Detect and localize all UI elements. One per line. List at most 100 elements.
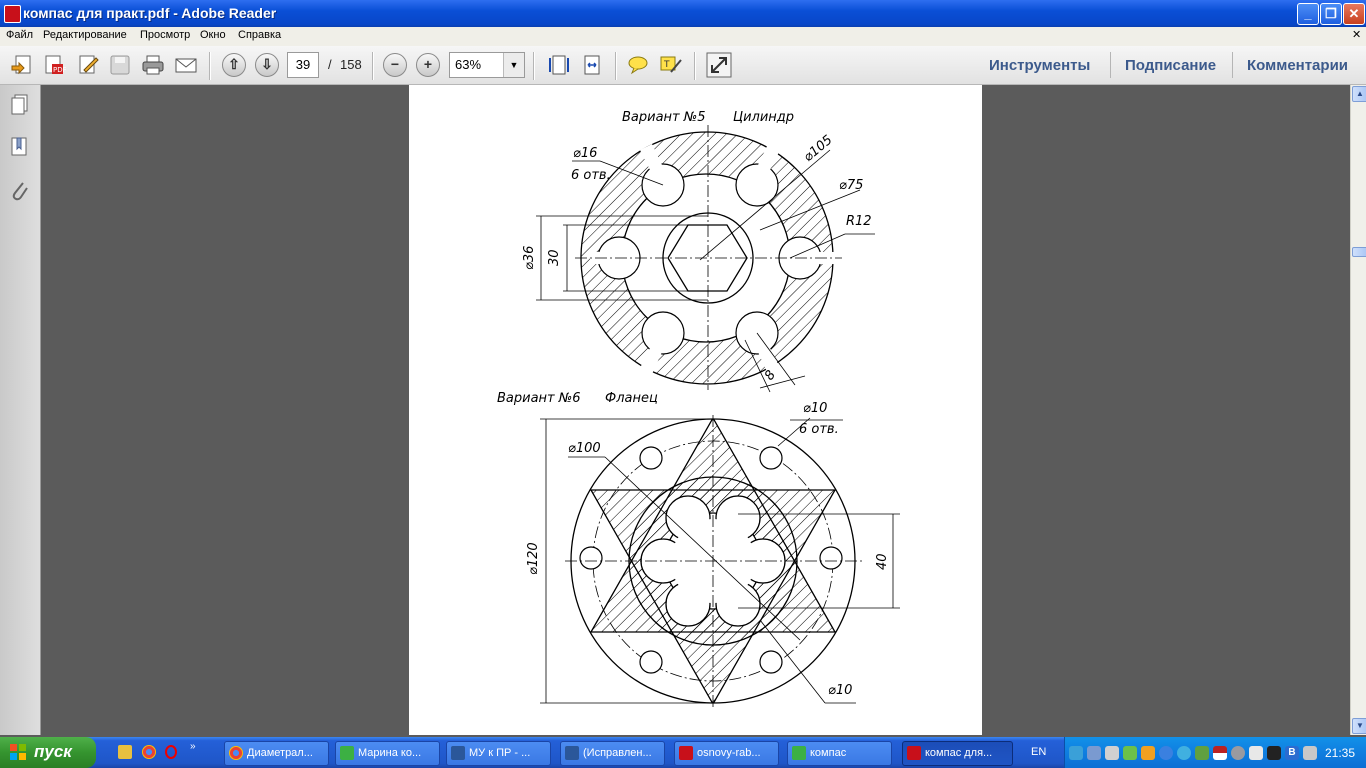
update-icon[interactable] (1195, 746, 1209, 760)
menu-file[interactable]: Файл (6, 29, 33, 41)
v6-inner-dim: 40 (875, 553, 890, 570)
network-icon[interactable] (1069, 746, 1083, 760)
menu-close-doc-icon[interactable]: ✕ (1352, 28, 1361, 41)
v6-hole-dia: ⌀10 (803, 401, 827, 416)
zoom-value: 63% (455, 57, 482, 72)
network-error-icon[interactable] (1105, 746, 1119, 760)
task-button[interactable]: Диаметрал... (224, 741, 329, 766)
quick-launch-icon[interactable] (118, 745, 132, 759)
chrome-icon (229, 746, 243, 760)
comment-icon[interactable] (626, 54, 650, 76)
chrome-icon[interactable] (142, 745, 156, 759)
us-flag-icon[interactable] (1213, 746, 1227, 760)
bookmarks-icon[interactable] (9, 135, 31, 159)
v6-hole-count: 6 отв. (799, 422, 839, 437)
chevron-down-icon[interactable]: ▼ (503, 53, 524, 77)
start-label: пуск (34, 742, 72, 761)
opera-icon[interactable] (165, 745, 177, 759)
adobe-reader-icon (4, 5, 21, 23)
fit-width-icon[interactable] (580, 54, 604, 76)
word-icon (451, 746, 465, 760)
expand-chevron-icon[interactable]: » (190, 741, 196, 752)
language-indicator[interactable]: EN (1031, 746, 1046, 758)
close-button[interactable]: ✕ (1343, 3, 1365, 25)
task-button[interactable]: osnovy-rab... (674, 741, 779, 766)
variant5-drawing: Вариант №5 Цилиндр ⌀16 6 отв. ⌀105 ⌀75 R… (522, 110, 875, 393)
task-button[interactable]: (Исправлен... (560, 741, 665, 766)
menu-edit[interactable]: Редактирование (43, 29, 127, 41)
scroll-thumb[interactable] (1352, 247, 1366, 257)
zoom-select[interactable]: 63% ▼ (449, 52, 525, 78)
task-button-active[interactable]: компас для... (902, 741, 1013, 766)
v5-hole-dia: ⌀16 (573, 146, 597, 161)
title-bar[interactable]: компас для практ.pdf - Adobe Reader _ ❐ … (0, 0, 1366, 27)
fit-page-icon[interactable] (547, 54, 571, 76)
security-icon[interactable] (1159, 746, 1173, 760)
v6-outer-dia: ⌀120 (526, 542, 541, 575)
sign-link[interactable]: Подписание (1125, 57, 1216, 74)
variant6-drawing: Вариант №6 Фланец ⌀10 6 отв. ⌀100 ⌀120 4… (497, 391, 900, 708)
tools-link[interactable]: Инструменты (989, 57, 1090, 74)
phone-icon[interactable] (1249, 746, 1263, 760)
v6-bottom-dia: ⌀10 (828, 683, 852, 698)
technical-drawing: Вариант №5 Цилиндр ⌀16 6 отв. ⌀105 ⌀75 R… (497, 110, 900, 708)
v6-name: Фланец (605, 391, 658, 406)
window-title: компас для практ.pdf - Adobe Reader (23, 5, 277, 21)
toolbar-separator (1110, 52, 1111, 78)
attachments-icon[interactable] (9, 179, 31, 203)
maximize-button[interactable]: ❐ (1320, 3, 1342, 25)
disk-icon[interactable] (1231, 746, 1245, 760)
menu-window[interactable]: Окно (200, 29, 226, 41)
task-button[interactable]: МУ к ПР - ... (446, 741, 551, 766)
fullscreen-icon[interactable] (706, 52, 732, 78)
word-icon (565, 746, 579, 760)
pdf-icon (907, 746, 921, 760)
v5-hex-dia: ⌀36 (522, 246, 537, 270)
v5-radius: R12 (846, 214, 872, 229)
zoom-out-button[interactable]: − (383, 53, 407, 77)
page-number-input[interactable]: 39 (287, 52, 319, 78)
create-pdf-icon[interactable]: PDF (42, 54, 66, 76)
vertical-scrollbar[interactable]: ▲ ▼ (1350, 85, 1366, 735)
checkmark-icon[interactable] (1177, 746, 1191, 760)
menu-help[interactable]: Справка (238, 29, 281, 41)
v5-name: Цилиндр (733, 110, 794, 125)
toolbar-separator (533, 52, 535, 80)
comments-link[interactable]: Комментарии (1247, 57, 1348, 74)
v6-title: Вариант №6 (497, 391, 581, 406)
vk-icon[interactable]: B (1285, 746, 1299, 760)
edit-document-icon[interactable] (76, 54, 100, 76)
minimize-button[interactable]: _ (1297, 3, 1319, 25)
menu-view[interactable]: Просмотр (140, 29, 190, 41)
start-button[interactable]: пуск (0, 737, 96, 768)
zoom-in-button[interactable]: + (416, 53, 440, 77)
toolbar-separator (694, 52, 696, 80)
pdf-page[interactable]: Вариант №5 Цилиндр ⌀16 6 отв. ⌀105 ⌀75 R… (409, 85, 982, 735)
highlight-text-icon[interactable]: T (659, 54, 683, 76)
scroll-up-arrow-icon[interactable]: ▲ (1352, 86, 1366, 102)
scroll-down-arrow-icon[interactable]: ▼ (1352, 718, 1366, 734)
page-thumbnails-icon[interactable] (9, 93, 31, 117)
v6-pcd: ⌀100 (568, 441, 601, 456)
page-separator: / (328, 57, 332, 72)
kompas-icon (340, 746, 354, 760)
v5-hole-count: 6 отв. (571, 168, 611, 183)
tray-black-icon[interactable] (1267, 746, 1281, 760)
print-icon[interactable] (141, 54, 165, 76)
toolbar-separator (372, 52, 374, 80)
task-button[interactable]: компас (787, 741, 892, 766)
next-page-button[interactable]: ⇩ (255, 53, 279, 77)
monitor-icon[interactable] (1087, 746, 1101, 760)
v5-hex-flat: 30 (547, 249, 562, 266)
svg-text:PDF: PDF (53, 66, 66, 74)
email-icon[interactable] (174, 54, 198, 76)
save-icon[interactable] (108, 54, 132, 76)
task-button[interactable]: Марина ко... (335, 741, 440, 766)
menu-bar: Файл Редактирование Просмотр Окно Справк… (0, 27, 1366, 47)
pdf-icon (679, 746, 693, 760)
torrent-icon[interactable] (1123, 746, 1137, 760)
prev-page-button[interactable]: ⇧ (222, 53, 246, 77)
open-file-icon[interactable] (10, 54, 34, 76)
tray-app-icon[interactable] (1141, 746, 1155, 760)
volume-icon[interactable] (1303, 746, 1317, 760)
